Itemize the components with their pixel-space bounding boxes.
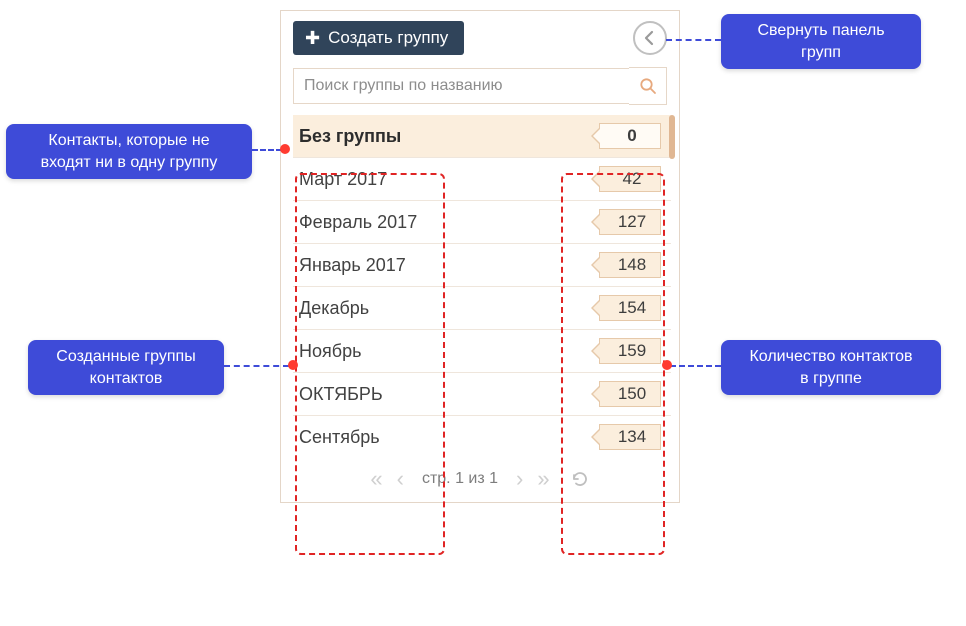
callout-contact-count: Количество контактов в группе (721, 340, 941, 395)
group-name: Сентябрь (299, 427, 380, 448)
group-count: 134 (599, 424, 661, 450)
group-name: Январь 2017 (299, 255, 406, 276)
ungrouped-count: 0 (599, 123, 661, 149)
plus-icon: ✚ (305, 29, 320, 47)
groups-panel: ✚ Создать группу Без группы 0 Март 2017 … (280, 10, 680, 503)
create-group-label: Создать группу (328, 28, 448, 48)
pager-label: стр. 1 из 1 (418, 470, 502, 488)
ungrouped-row[interactable]: Без группы 0 (293, 115, 671, 158)
callout-created-groups: Созданные группы контактов (28, 340, 224, 395)
group-count: 127 (599, 209, 661, 235)
list-item[interactable]: Ноябрь 159 (293, 330, 671, 373)
chevron-left-icon (642, 30, 658, 46)
search-input[interactable] (293, 68, 629, 104)
list-item[interactable]: Январь 2017 148 (293, 244, 671, 287)
list-item[interactable]: Март 2017 42 (293, 158, 671, 201)
ungrouped-label: Без группы (299, 126, 401, 147)
group-name: Март 2017 (299, 169, 387, 190)
pager-refresh-button[interactable] (570, 469, 590, 489)
group-name: Февраль 2017 (299, 212, 417, 233)
group-name: Декабрь (299, 298, 369, 319)
pager-next-icon[interactable]: › (516, 468, 523, 490)
group-count: 159 (599, 338, 661, 364)
groups-list: Без группы 0 Март 2017 42 Февраль 2017 1… (281, 115, 679, 458)
refresh-icon (570, 469, 590, 489)
callout-leader (224, 365, 289, 367)
search-button[interactable] (629, 67, 667, 105)
callout-dot-icon (288, 360, 298, 370)
group-count: 150 (599, 381, 661, 407)
callout-collapse-panel: Свернуть панель групп (721, 14, 921, 69)
callout-leader (670, 365, 721, 367)
list-item[interactable]: Декабрь 154 (293, 287, 671, 330)
list-item[interactable]: Февраль 2017 127 (293, 201, 671, 244)
create-group-button[interactable]: ✚ Создать группу (293, 21, 464, 55)
group-name: ОКТЯБРЬ (299, 384, 383, 405)
panel-header: ✚ Создать группу (281, 11, 679, 59)
search-row (281, 59, 679, 115)
scrollbar[interactable] (669, 115, 675, 159)
pager-first-icon[interactable]: « (370, 468, 382, 490)
pager: « ‹ стр. 1 из 1 › » (281, 458, 679, 496)
search-icon (639, 77, 657, 95)
group-name: Ноябрь (299, 341, 361, 362)
callout-dot-icon (280, 144, 290, 154)
group-count: 148 (599, 252, 661, 278)
pager-prev-icon[interactable]: ‹ (397, 468, 404, 490)
list-item[interactable]: ОКТЯБРЬ 150 (293, 373, 671, 416)
collapse-panel-button[interactable] (633, 21, 667, 55)
list-item[interactable]: Сентябрь 134 (293, 416, 671, 458)
callout-ungrouped: Контакты, которые не входят ни в одну гр… (6, 124, 252, 179)
callout-leader (252, 149, 282, 151)
pager-last-icon[interactable]: » (537, 468, 549, 490)
callout-dot-icon (662, 360, 672, 370)
callout-leader (666, 39, 721, 41)
group-count: 154 (599, 295, 661, 321)
group-count: 42 (599, 166, 661, 192)
